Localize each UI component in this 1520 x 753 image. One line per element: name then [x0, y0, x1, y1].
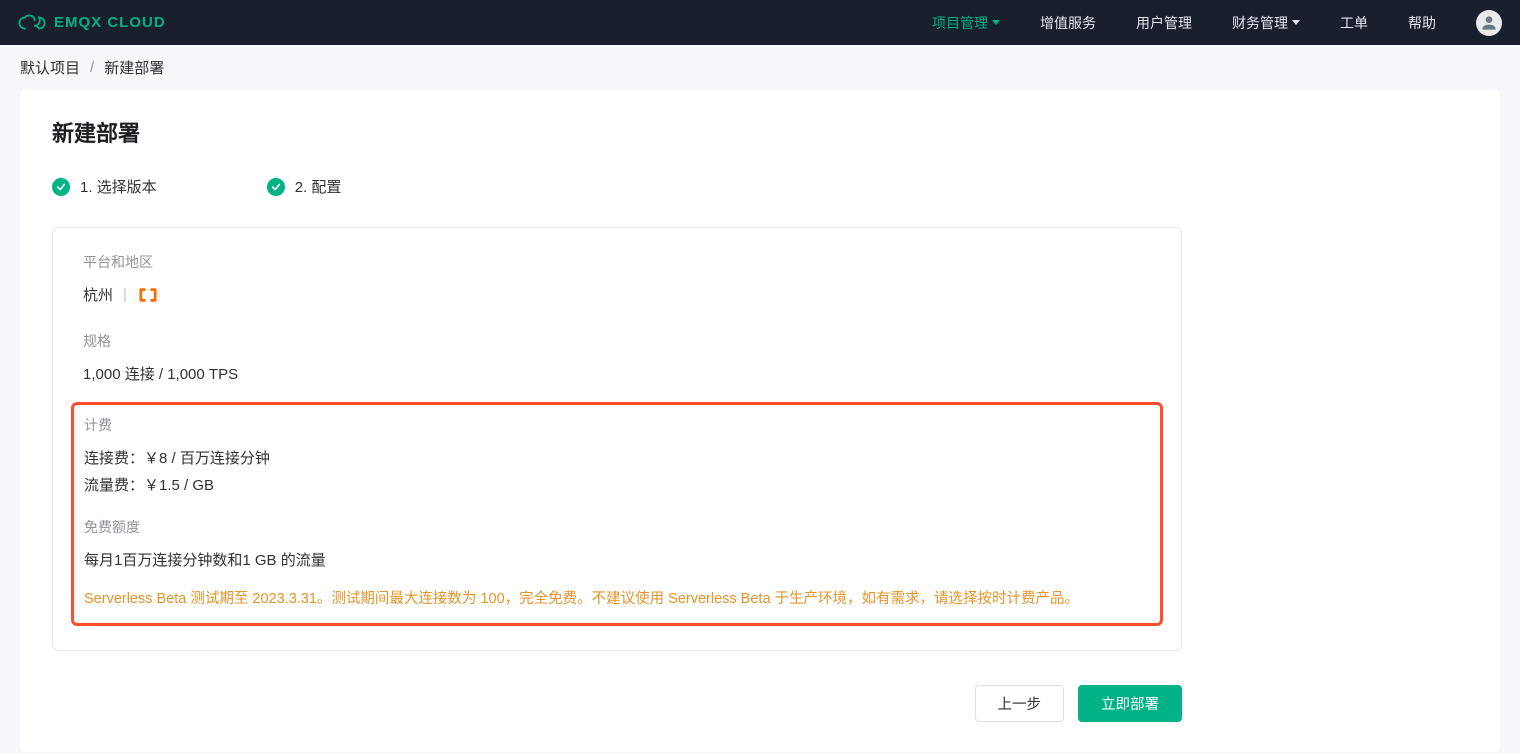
page-title: 新建部署: [52, 116, 1468, 148]
spec-label: 规格: [83, 331, 1151, 351]
config-summary-card: 平台和地区 杭州 | 规格 1,000 连接 / 1,000 TPS 计费 连接…: [52, 227, 1182, 651]
breadcrumb: 默认项目 / 新建部署: [0, 45, 1520, 90]
breadcrumb-item-current: 新建部署: [104, 57, 164, 78]
user-avatar[interactable]: [1476, 10, 1502, 36]
wizard-steps: 1. 选择版本 2. 配置: [52, 176, 1468, 197]
deploy-button[interactable]: 立即部署: [1078, 685, 1182, 722]
nav-right: 项目管理 增值服务 用户管理 财务管理 工单 帮助: [932, 10, 1502, 36]
region-value-row: 杭州 |: [83, 284, 1151, 305]
nav-label: 工单: [1340, 13, 1368, 33]
nav-item-users[interactable]: 用户管理: [1136, 13, 1192, 33]
region-value: 杭州: [83, 284, 113, 305]
nav-label: 项目管理: [932, 13, 988, 33]
brand-icon: [18, 14, 46, 32]
billing-connect-line: 连接费：￥8 / 百万连接分钟: [84, 447, 1150, 468]
quota-label: 免费额度: [84, 517, 1150, 537]
chevron-down-icon: [992, 20, 1000, 25]
breadcrumb-item-root[interactable]: 默认项目: [20, 57, 80, 78]
nav-item-tickets[interactable]: 工单: [1340, 13, 1368, 33]
step-label: 1. 选择版本: [80, 176, 157, 197]
nav-label: 财务管理: [1232, 13, 1288, 33]
region-label: 平台和地区: [83, 252, 1151, 272]
brand-logo[interactable]: EMQX CLOUD: [18, 14, 166, 32]
beta-notice: Serverless Beta 测试期至 2023.3.31。测试期间最大连接数…: [84, 588, 1150, 611]
spec-value: 1,000 连接 / 1,000 TPS: [83, 363, 1151, 384]
region-sep: |: [123, 286, 127, 303]
wizard-step-2[interactable]: 2. 配置: [267, 176, 342, 197]
cloud-provider-icon: [137, 286, 159, 304]
nav-label: 用户管理: [1136, 13, 1192, 33]
quota-value: 每月1百万连接分钟数和1 GB 的流量: [84, 549, 1150, 570]
breadcrumb-sep: /: [90, 59, 94, 76]
pricing-highlight-box: 计费 连接费：￥8 / 百万连接分钟 流量费：￥1.5 / GB 免费额度 每月…: [71, 402, 1163, 626]
back-button[interactable]: 上一步: [975, 685, 1065, 722]
step-label: 2. 配置: [295, 176, 342, 197]
brand-name: EMQX CLOUD: [54, 14, 166, 31]
check-icon: [267, 178, 285, 196]
nav-item-billing[interactable]: 财务管理: [1232, 13, 1300, 33]
nav-item-help[interactable]: 帮助: [1408, 13, 1436, 33]
nav-item-project[interactable]: 项目管理: [932, 13, 1000, 33]
wizard-step-1[interactable]: 1. 选择版本: [52, 176, 157, 197]
nav-label: 增值服务: [1040, 13, 1096, 33]
footer-actions: 上一步 立即部署: [52, 685, 1182, 722]
page-card: 新建部署 1. 选择版本 2. 配置 平台和地区 杭州 | 规格 1,000 连…: [20, 90, 1500, 752]
chevron-down-icon: [1292, 20, 1300, 25]
avatar-icon: [1479, 13, 1499, 33]
topbar: EMQX CLOUD 项目管理 增值服务 用户管理 财务管理 工单 帮助: [0, 0, 1520, 45]
nav-label: 帮助: [1408, 13, 1436, 33]
billing-label: 计费: [84, 415, 1150, 435]
check-icon: [52, 178, 70, 196]
billing-traffic-line: 流量费：￥1.5 / GB: [84, 474, 1150, 495]
nav-item-addons[interactable]: 增值服务: [1040, 13, 1096, 33]
